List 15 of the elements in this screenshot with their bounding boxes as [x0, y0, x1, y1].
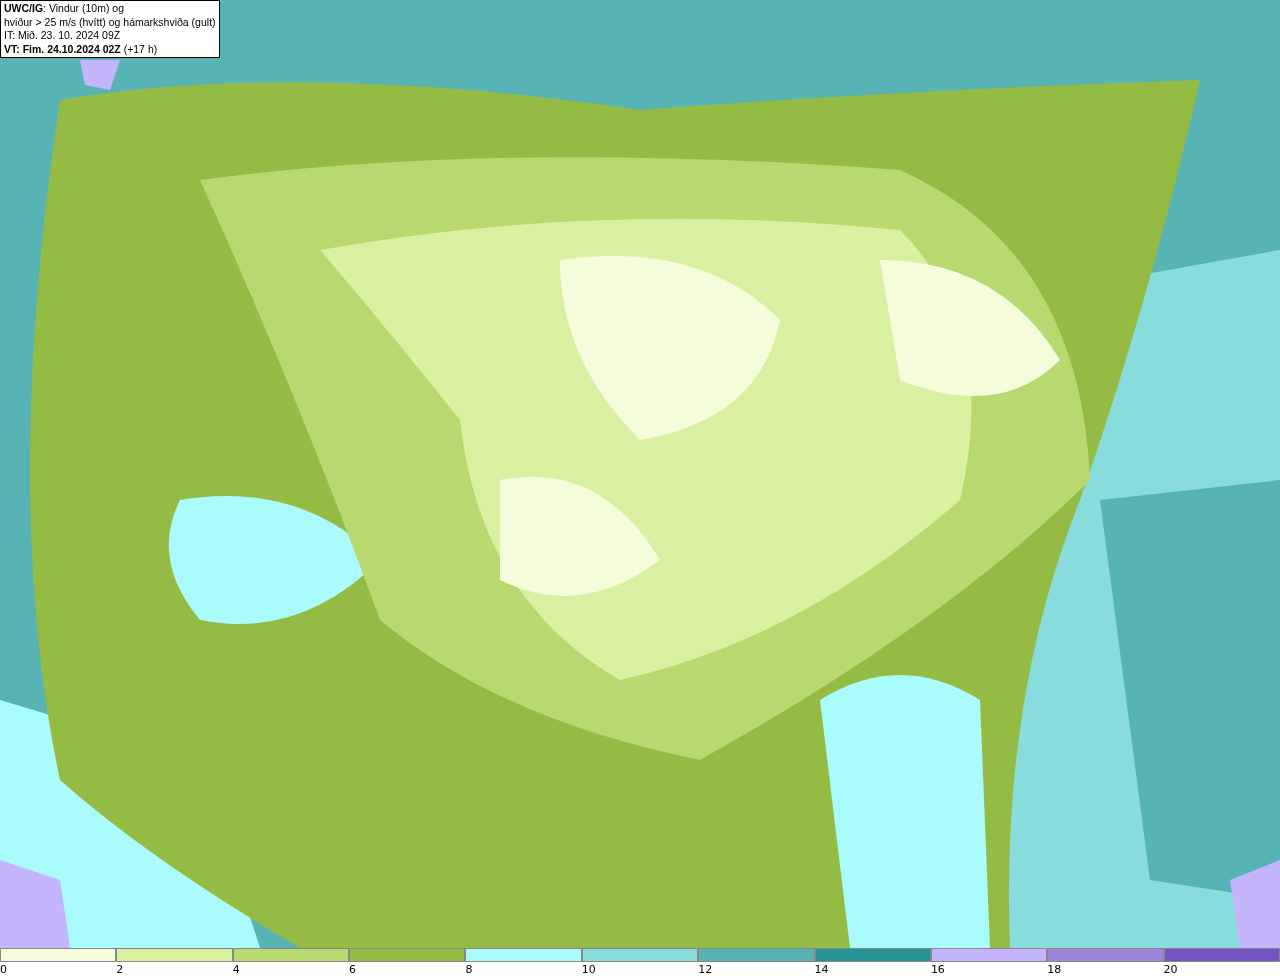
legend-label: 12 [698, 963, 713, 977]
legend-label: 14 [814, 963, 829, 977]
title-line: VT: Fim. 24.10.2024 02Z (+17 h) [4, 42, 159, 56]
legend-label: 8 [465, 963, 473, 977]
legend-label: 10 [581, 963, 596, 977]
title-line: UWC/IG: Vindur (10m) og [4, 2, 125, 16]
legend-label: 20 [1163, 963, 1178, 977]
legend-label: 18 [1047, 963, 1062, 977]
legend-label: 6 [349, 963, 357, 977]
legend-label: 4 [232, 963, 240, 977]
legend-label: 2 [116, 963, 124, 977]
title-line: hviður > 25 m/s (hvítt) og hámarkshviða (gult) [4, 15, 216, 29]
legend-label: 16 [930, 963, 945, 977]
legend-label: 0 [0, 963, 7, 977]
title-line: IT: Mið. 23. 10. 2024 09Z [4, 29, 122, 43]
